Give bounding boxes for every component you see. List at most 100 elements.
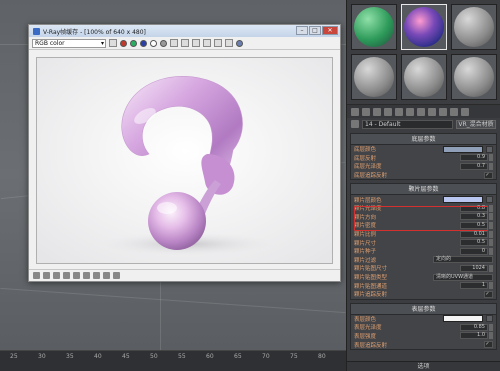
material-slot[interactable]: [451, 4, 497, 50]
param-value-field[interactable]: 0.01: [460, 230, 488, 238]
spinner-arrows-icon[interactable]: [489, 323, 493, 331]
close-button[interactable]: ✕: [322, 26, 338, 35]
timeline-tick-label: 45: [122, 353, 130, 360]
timeline-tick-label: 70: [262, 353, 270, 360]
timeline-ruler[interactable]: 25 30 35 40 45 50 55 60 65 70 75 80: [0, 350, 346, 371]
material-editor-toolbar: [347, 104, 500, 118]
status-icon[interactable]: [113, 272, 120, 279]
map-button[interactable]: [486, 315, 493, 323]
material-type-button[interactable]: VR_混合材质: [456, 119, 496, 129]
vfb-title-bar[interactable]: V-Ray帧缓存 - [100% of 640 x 480] – □ ✕: [29, 25, 340, 37]
coat-parameters-header[interactable]: 表层参数: [351, 303, 496, 315]
param-dropdown[interactable]: 清晰的UVW通道: [433, 273, 493, 281]
status-icon[interactable]: [93, 272, 100, 279]
material-preview-sphere: [454, 7, 494, 47]
param-row: 颗片尺寸 0.5: [351, 238, 496, 247]
param-row: 底层光泽度 0.7: [351, 162, 496, 171]
map-button[interactable]: [486, 196, 493, 204]
reset-map-icon[interactable]: [384, 107, 392, 116]
color-swatch[interactable]: [443, 196, 483, 204]
param-value-field[interactable]: 0.5: [460, 239, 488, 247]
mono-channel-icon[interactable]: [160, 39, 167, 47]
status-icon[interactable]: [33, 272, 40, 279]
alpha-channel-icon[interactable]: [150, 39, 157, 47]
param-value-field[interactable]: 1: [460, 282, 488, 290]
color-swatch[interactable]: [443, 315, 483, 323]
vfb-toolbar: RGB color: [29, 37, 340, 50]
color-swatch[interactable]: [443, 145, 483, 153]
spinner-arrows-icon[interactable]: [489, 332, 493, 340]
spinner-arrows-icon[interactable]: [489, 282, 493, 290]
minimize-button[interactable]: –: [296, 26, 308, 35]
param-checkbox[interactable]: ✓: [484, 171, 493, 179]
blue-channel-icon[interactable]: [140, 39, 147, 47]
save-image-icon[interactable]: [109, 39, 117, 47]
save-icon[interactable]: [170, 39, 178, 47]
show-in-viewport-icon[interactable]: [439, 107, 447, 116]
put-to-library-icon[interactable]: [417, 107, 425, 116]
spinner-arrows-icon[interactable]: [489, 213, 493, 221]
flake-parameters-header[interactable]: 颗片层参数: [351, 184, 496, 196]
status-icon[interactable]: [63, 272, 70, 279]
status-icon[interactable]: [103, 272, 110, 279]
red-channel-icon[interactable]: [120, 39, 127, 47]
viewport-grid-line: [160, 280, 161, 350]
green-channel-icon[interactable]: [130, 39, 137, 47]
status-icon[interactable]: [43, 272, 50, 279]
vray-frame-buffer-window[interactable]: V-Ray帧缓存 - [100% of 640 x 480] – □ ✕ RGB…: [28, 24, 341, 282]
material-name-field[interactable]: 14 - Default: [362, 119, 453, 129]
param-value-field[interactable]: 1.0: [460, 332, 488, 340]
track-mouse-icon[interactable]: [203, 39, 211, 47]
param-value-field[interactable]: 1024: [460, 264, 488, 272]
param-checkbox[interactable]: ✓: [484, 290, 493, 298]
param-row: 颗片种子 0: [351, 247, 496, 256]
render-last-icon[interactable]: [225, 39, 233, 47]
material-slot-active[interactable]: [401, 4, 447, 50]
param-value-field[interactable]: 0.7: [460, 162, 488, 170]
material-slot[interactable]: [351, 54, 397, 100]
eyedropper-icon[interactable]: [351, 120, 359, 128]
put-to-scene-icon[interactable]: [362, 107, 370, 116]
material-slot[interactable]: [451, 54, 497, 100]
param-row: 底层追踪反射 ✓: [351, 171, 496, 180]
duplicate-icon[interactable]: [192, 39, 200, 47]
status-icon[interactable]: [83, 272, 90, 279]
maximize-button[interactable]: □: [309, 26, 321, 35]
vray-logo-icon: [33, 27, 40, 35]
material-id-icon[interactable]: [428, 107, 436, 116]
material-slot[interactable]: [351, 4, 397, 50]
show-end-result-icon[interactable]: [450, 107, 458, 116]
spinner-arrows-icon[interactable]: [489, 162, 493, 170]
vfb-title: V-Ray帧缓存 - [100% of 640 x 480]: [43, 28, 146, 36]
param-label: 颗片过滤: [354, 257, 377, 264]
spinner-arrows-icon[interactable]: [489, 154, 493, 162]
spinner-arrows-icon[interactable]: [489, 264, 493, 272]
spinner-arrows-icon[interactable]: [489, 221, 493, 229]
channel-select[interactable]: RGB color: [32, 38, 106, 48]
param-value-field[interactable]: 0.85: [460, 323, 488, 331]
base-parameters-header[interactable]: 底层参数: [351, 134, 496, 145]
clear-image-icon[interactable]: [181, 39, 189, 47]
make-unique-icon[interactable]: [406, 107, 414, 116]
spinner-arrows-icon[interactable]: [489, 247, 493, 255]
material-slot[interactable]: [401, 54, 447, 100]
spinner-arrows-icon[interactable]: [489, 230, 493, 238]
region-render-icon[interactable]: [214, 39, 222, 47]
spinner-arrows-icon[interactable]: [489, 239, 493, 247]
go-to-parent-icon[interactable]: [461, 107, 469, 116]
teapot-render-icon[interactable]: [236, 39, 243, 47]
param-label: 表层颜色: [354, 316, 377, 323]
make-copy-icon[interactable]: [395, 107, 403, 116]
status-icon[interactable]: [53, 272, 60, 279]
map-button[interactable]: [486, 145, 493, 153]
spinner-arrows-icon[interactable]: [489, 204, 493, 212]
param-label: 颗片贴图尺寸: [354, 266, 388, 273]
assign-material-icon[interactable]: [373, 107, 381, 116]
status-icon[interactable]: [73, 272, 80, 279]
get-material-icon[interactable]: [351, 107, 359, 116]
param-checkbox[interactable]: ✓: [484, 341, 493, 349]
param-value-field[interactable]: 0.9: [460, 154, 488, 162]
param-dropdown[interactable]: 定向的: [433, 256, 493, 264]
options-rollout-header[interactable]: 选项: [347, 361, 500, 371]
param-value-field[interactable]: 0: [460, 247, 488, 255]
